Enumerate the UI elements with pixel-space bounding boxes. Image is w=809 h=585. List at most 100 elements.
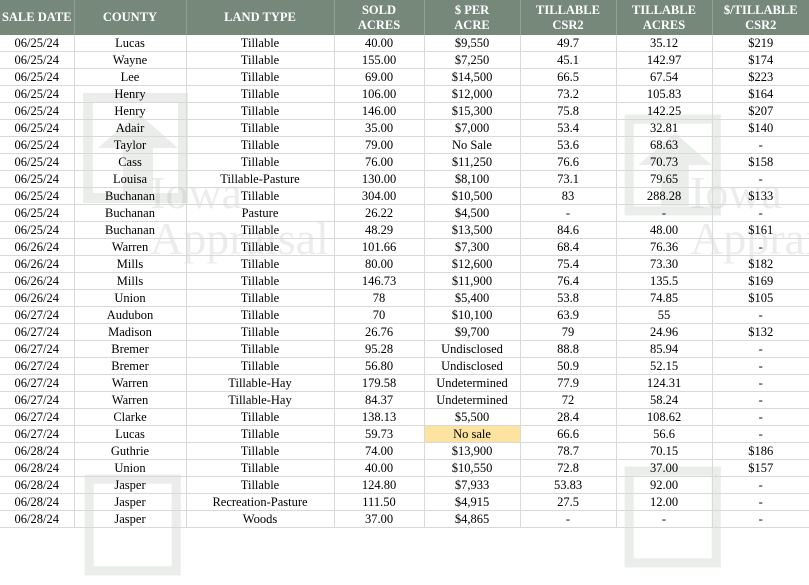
cell-tillable-csr2: 66.5 xyxy=(519,68,616,86)
cell-county: Bremer xyxy=(73,357,186,375)
cell-sold-acres: 155.00 xyxy=(333,51,424,69)
cell-per-tillable-csr2: $174 xyxy=(711,51,809,69)
cell-sale-date: 06/27/24 xyxy=(0,425,74,443)
header-per-acre-line1: $ PER xyxy=(454,2,490,17)
cell-land-type: Tillable xyxy=(185,476,334,494)
cell-tillable-csr2: 27.5 xyxy=(519,493,616,511)
table-row: 06/27/24 Warren Tillable-Hay 84.37 Undetermi… xyxy=(0,391,809,409)
cell-county: Union xyxy=(73,289,186,307)
header-sold-acres-line2: ACRES xyxy=(357,17,401,32)
cell-land-type: Tillable xyxy=(185,459,334,477)
cell-per-tillable-csr2: $164 xyxy=(711,85,809,103)
cell-per-tillable-csr2: - xyxy=(711,170,809,188)
cell-land-type: Tillable xyxy=(185,187,334,205)
cell-per-acre: No Sale xyxy=(423,136,520,154)
cell-tillable-acres: 73.30 xyxy=(615,255,712,273)
cell-sold-acres: 84.37 xyxy=(333,391,424,409)
cell-per-acre: Undisclosed xyxy=(423,340,520,358)
table-row: 06/25/24 Louisa Tillable-Pasture 130.00 $8,1… xyxy=(0,170,809,188)
table-row: 06/25/24 Taylor Tillable 79.00 No Sale 53.6 68… xyxy=(0,136,809,154)
table-row: 06/27/24 Bremer Tillable 56.80 Undisclosed 50… xyxy=(0,357,809,375)
cell-land-type: Tillable xyxy=(185,306,334,324)
cell-per-acre: $5,400 xyxy=(423,289,520,307)
cell-per-tillable-csr2: $157 xyxy=(711,459,809,477)
cell-per-tillable-csr2: $105 xyxy=(711,289,809,307)
cell-tillable-csr2: 73.2 xyxy=(519,85,616,103)
cell-per-tillable-csr2: $186 xyxy=(711,442,809,460)
cell-per-acre: $14,500 xyxy=(423,68,520,86)
cell-land-type: Tillable xyxy=(185,255,334,273)
cell-sold-acres: 37.00 xyxy=(333,510,424,528)
cell-sold-acres: 146.00 xyxy=(333,102,424,120)
cell-sold-acres: 40.00 xyxy=(333,35,424,52)
header-tillable-csr2-line2: CSR2 xyxy=(552,17,584,32)
cell-tillable-acres: 58.24 xyxy=(615,391,712,409)
cell-sale-date: 06/25/24 xyxy=(0,221,74,239)
cell-per-acre: $7,250 xyxy=(423,51,520,69)
cell-tillable-acres: - xyxy=(615,510,712,528)
cell-tillable-acres: 56.6 xyxy=(615,425,712,443)
cell-sale-date: 06/26/24 xyxy=(0,238,74,256)
cell-sold-acres: 304.00 xyxy=(333,187,424,205)
cell-sale-date: 06/26/24 xyxy=(0,272,74,290)
cell-sold-acres: 78 xyxy=(333,289,424,307)
table-row: 06/27/24 Bremer Tillable 95.28 Undisclosed 88… xyxy=(0,340,809,358)
cell-county: Jasper xyxy=(73,476,186,494)
cell-land-type: Tillable-Pasture xyxy=(185,170,334,188)
cell-per-acre: Undisclosed xyxy=(423,357,520,375)
cell-per-acre: No sale xyxy=(423,425,520,443)
cell-tillable-acres: 142.25 xyxy=(615,102,712,120)
header-per-tillable-csr2-line2: CSR2 xyxy=(745,17,777,32)
cell-per-acre: $4,915 xyxy=(423,493,520,511)
table-row: 06/25/24 Henry Tillable 146.00 $15,300 75.8 14… xyxy=(0,102,809,120)
cell-per-tillable-csr2: - xyxy=(711,204,809,222)
cell-tillable-csr2: 63.9 xyxy=(519,306,616,324)
header-tillable-csr2-line1: TILLABLE xyxy=(536,2,600,17)
cell-tillable-acres: 124.31 xyxy=(615,374,712,392)
cell-sold-acres: 130.00 xyxy=(333,170,424,188)
cell-sale-date: 06/28/24 xyxy=(0,510,74,528)
cell-sale-date: 06/25/24 xyxy=(0,153,74,171)
cell-per-acre: $15,300 xyxy=(423,102,520,120)
cell-sale-date: 06/28/24 xyxy=(0,493,74,511)
table-row: 06/28/24 Guthrie Tillable 74.00 $13,900 78.7 7… xyxy=(0,442,809,460)
cell-land-type: Tillable xyxy=(185,119,334,137)
cell-tillable-csr2: 50.9 xyxy=(519,357,616,375)
cell-sold-acres: 124.80 xyxy=(333,476,424,494)
cell-sold-acres: 26.22 xyxy=(333,204,424,222)
cell-land-type: Tillable xyxy=(185,425,334,443)
cell-tillable-csr2: 53.6 xyxy=(519,136,616,154)
cell-sale-date: 06/27/24 xyxy=(0,306,74,324)
cell-land-type: Tillable xyxy=(185,238,334,256)
cell-per-acre: $7,000 xyxy=(423,119,520,137)
cell-tillable-csr2: - xyxy=(519,204,616,222)
cell-tillable-csr2: 53.4 xyxy=(519,119,616,137)
cell-tillable-acres: 76.36 xyxy=(615,238,712,256)
cell-tillable-acres: 55 xyxy=(615,306,712,324)
cell-per-tillable-csr2: $223 xyxy=(711,68,809,86)
cell-sale-date: 06/25/24 xyxy=(0,35,74,52)
cell-sold-acres: 74.00 xyxy=(333,442,424,460)
table-row: 06/27/24 Warren Tillable-Hay 179.58 Undeterm… xyxy=(0,374,809,392)
cell-per-acre: $5,500 xyxy=(423,408,520,426)
cell-land-type: Tillable-Hay xyxy=(185,374,334,392)
cell-per-tillable-csr2: - xyxy=(711,238,809,256)
cell-sale-date: 06/28/24 xyxy=(0,459,74,477)
cell-per-tillable-csr2: - xyxy=(711,425,809,443)
cell-land-type: Tillable xyxy=(185,340,334,358)
cell-tillable-acres: 32.81 xyxy=(615,119,712,137)
cell-land-type: Tillable xyxy=(185,85,334,103)
cell-tillable-acres: 74.85 xyxy=(615,289,712,307)
land-sales-table: SALE DATE COUNTY LAND TYPE SOLD ACRES $ P… xyxy=(0,0,809,528)
cell-tillable-csr2: 84.6 xyxy=(519,221,616,239)
cell-county: Wayne xyxy=(73,51,186,69)
cell-tillable-csr2: 72.8 xyxy=(519,459,616,477)
cell-tillable-acres: 85.94 xyxy=(615,340,712,358)
cell-land-type: Tillable xyxy=(185,408,334,426)
cell-per-acre: $9,550 xyxy=(423,35,520,52)
cell-land-type: Tillable xyxy=(185,289,334,307)
cell-county: Warren xyxy=(73,391,186,409)
cell-tillable-acres: 105.83 xyxy=(615,85,712,103)
cell-land-type: Pasture xyxy=(185,204,334,222)
table-row: 06/25/24 Lucas Tillable 40.00 $9,550 49.7 35.1… xyxy=(0,35,809,52)
